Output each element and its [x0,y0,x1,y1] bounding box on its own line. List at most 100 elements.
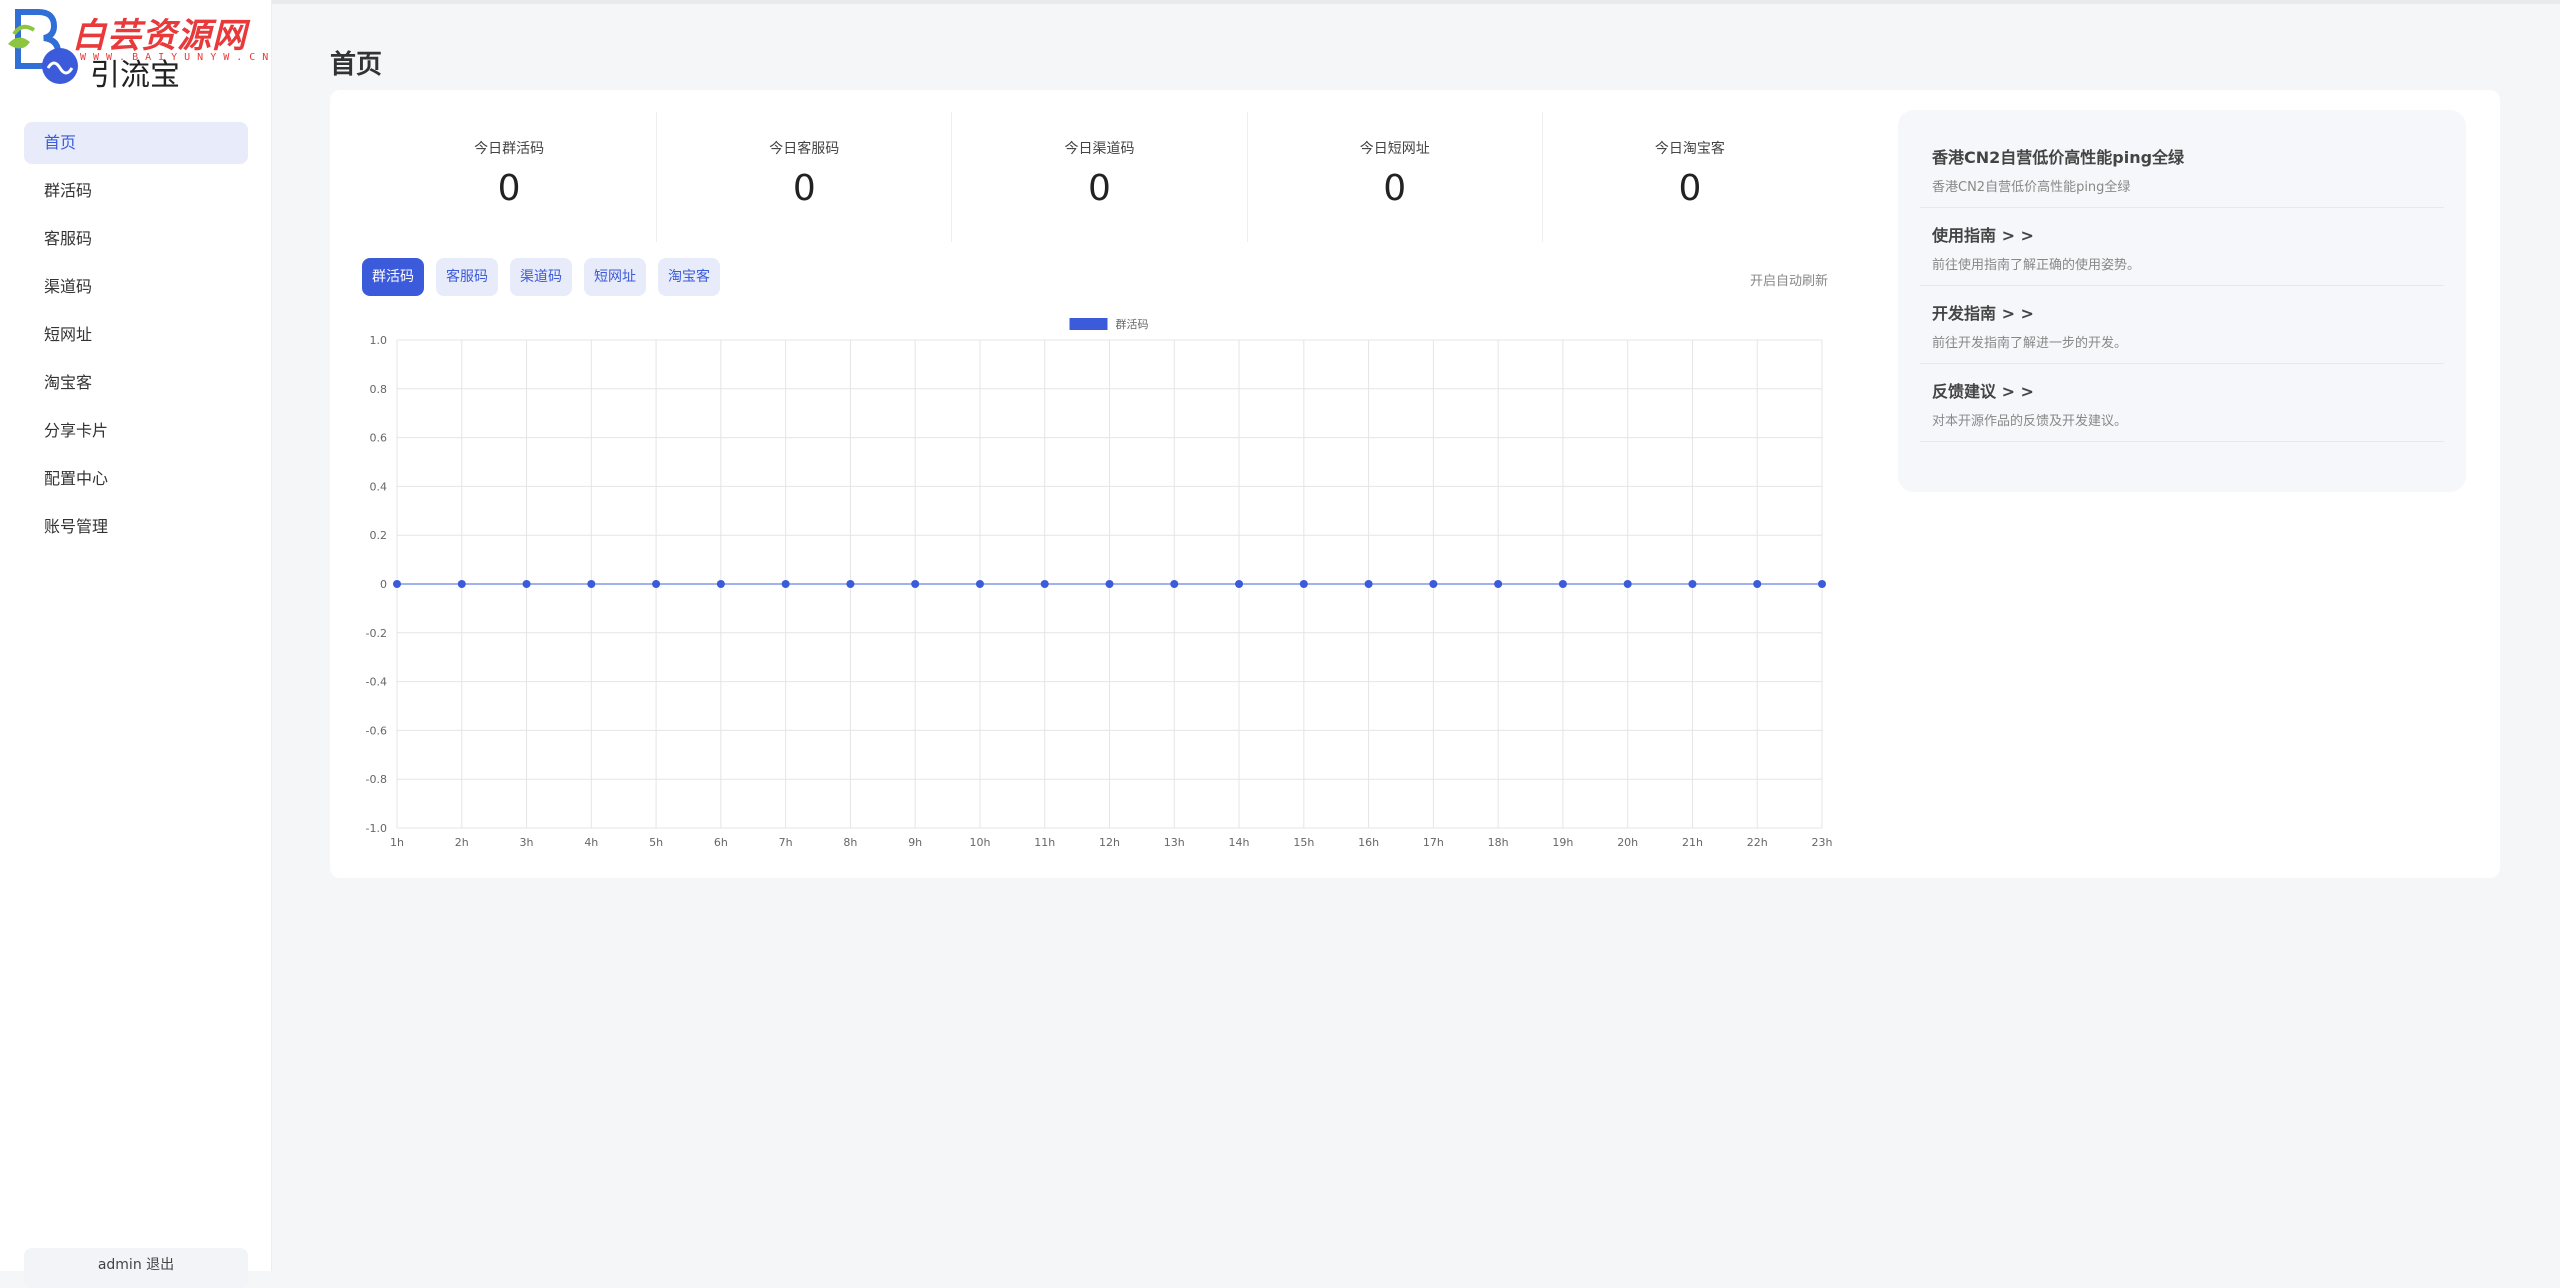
stat-group-qrcode: 今日群活码 0 [362,112,658,242]
legend-label: 群活码 [1116,317,1149,331]
data-point [975,580,984,588]
y-tick-label: 0.4 [370,480,388,493]
dev-guide-link[interactable]: 开发指南 > > 前往开发指南了解进一步的开发。 [1920,286,2444,364]
dev-guide-desc: 前往开发指南了解进一步的开发。 [1932,336,2128,351]
sidebar-nav: 首页 群活码 客服码 渠道码 短网址 淘宝客 分享卡片 配置中心 账号管理 [24,122,248,554]
y-tick-label: 0.2 [370,529,388,542]
data-point [1558,580,1567,588]
x-tick-label: 20h [1617,836,1638,849]
data-point [1494,580,1503,588]
y-tick-label: -0.4 [366,676,387,689]
info-panel: 香港CN2自营低价高性能ping全绿 香港CN2自营低价高性能ping全绿 使用… [1898,110,2466,492]
stat-label: 今日淘宝客 [1654,141,1725,157]
stat-label: 今日客服码 [769,141,840,157]
x-tick-label: 1h [390,836,404,849]
x-tick-label: 21h [1682,836,1703,849]
x-tick-label: 4h [584,836,598,849]
stat-channel-qrcode: 今日渠道码 0 [952,112,1248,242]
x-tick-label: 5h [649,836,663,849]
sidebar-item-config-center[interactable]: 配置中心 [24,458,248,500]
dev-guide-title: 开发指南 > > [1932,304,2034,323]
tab-service-qrcode[interactable]: 客服码 [436,258,498,296]
sidebar-item-short-url[interactable]: 短网址 [24,314,248,356]
stat-value: 0 [1383,168,1407,209]
data-point [1753,580,1762,588]
tab-group-qrcode[interactable]: 群活码 [362,258,424,296]
stat-label: 今日渠道码 [1064,141,1135,157]
y-tick-label: 1.0 [370,334,388,347]
data-point [457,580,466,588]
y-tick-label: -0.8 [366,773,387,786]
stat-taobaoke: 今日淘宝客 0 [1543,112,1837,242]
data-point [1818,580,1826,588]
stats-row: 今日群活码 0 今日客服码 0 今日渠道码 0 今日短网址 0 今日淘宝客 0 [362,112,1837,242]
data-point [1429,580,1438,588]
data-point [911,580,920,588]
y-tick-label: 0 [380,578,387,591]
x-tick-label: 16h [1358,836,1379,849]
sidebar-item-share-card[interactable]: 分享卡片 [24,410,248,452]
tab-taobaoke[interactable]: 淘宝客 [658,258,720,296]
sidebar-item-home[interactable]: 首页 [24,122,248,164]
data-point [522,580,531,588]
y-tick-label: 0.8 [370,383,388,396]
app-logo-icon [42,48,78,84]
auto-refresh-toggle[interactable]: 开启自动刷新 [1750,270,1828,289]
y-tick-label: -1.0 [366,822,387,835]
stat-value: 0 [497,168,521,209]
stat-label: 今日短网址 [1359,141,1430,157]
feedback-desc: 对本开源作品的反馈及开发建议。 [1932,414,2128,429]
sidebar-item-group-qrcode[interactable]: 群活码 [24,170,248,212]
x-tick-label: 17h [1423,836,1444,849]
line-chart: 1.0 0.8 0.6 0.4 0.2 0 -0.2 -0.4 -0.6 -0.8 -1.01h 2h… [366,317,1833,849]
data-point [1688,580,1697,588]
data-point [846,580,855,588]
stat-value: 0 [1088,168,1111,209]
y-tick-label: -0.6 [366,724,387,737]
x-tick-label: 8h [843,836,857,849]
user-guide-title: 使用指南 > > [1932,226,2034,245]
stat-short-url: 今日短网址 0 [1248,112,1543,242]
sidebar-item-taobaoke[interactable]: 淘宝客 [24,362,248,404]
data-point [781,580,790,588]
promo-link[interactable]: 香港CN2自营低价高性能ping全绿 香港CN2自营低价高性能ping全绿 [1920,130,2444,208]
x-tick-label: 13h [1164,836,1185,849]
data-point [1105,580,1114,588]
x-tick-label: 3h [520,836,534,849]
sidebar-item-service-qrcode[interactable]: 客服码 [24,218,248,260]
x-tick-label: 6h [714,836,728,849]
data-point [1623,580,1632,588]
data-point [1040,580,1049,588]
promo-title: 香港CN2自营低价高性能ping全绿 [1932,148,2185,167]
data-point [652,580,661,588]
x-tick-label: 15h [1293,836,1314,849]
data-point [587,580,596,588]
legend-swatch [1069,318,1108,330]
data-point [1170,580,1179,588]
app-name: 引流宝 [90,58,180,93]
stat-value: 0 [1678,168,1702,209]
x-tick-label: 2h [455,836,469,849]
data-point [1299,580,1308,588]
user-logout[interactable]: admin 退出 [24,1248,248,1288]
logo[interactable]: 白芸资源网 WWW.BAIYUNYW.CN 引流宝 [0,0,268,93]
x-tick-label: 9h [908,836,922,849]
feedback-link[interactable]: 反馈建议 > > 对本开源作品的反馈及开发建议。 [1920,364,2444,442]
data-point [1235,580,1244,588]
data-point [1364,580,1373,588]
chart-tabs: 群活码 客服码 渠道码 短网址 淘宝客 [362,258,732,296]
sidebar-item-channel-qrcode[interactable]: 渠道码 [24,266,248,308]
x-tick-label: 18h [1488,836,1509,849]
x-tick-label: 11h [1034,836,1055,849]
x-tick-label: 7h [779,836,793,849]
tab-short-url[interactable]: 短网址 [584,258,646,296]
page-title: 首页 [330,50,383,80]
feedback-title: 反馈建议 > > [1932,382,2034,401]
user-guide-desc: 前往使用指南了解正确的使用姿势。 [1932,258,2141,273]
user-guide-link[interactable]: 使用指南 > > 前往使用指南了解正确的使用姿势。 [1920,208,2444,286]
stat-label: 今日群活码 [474,141,545,157]
x-tick-label: 14h [1229,836,1250,849]
tab-channel-qrcode[interactable]: 渠道码 [510,258,572,296]
sidebar-item-account[interactable]: 账号管理 [24,506,248,548]
x-tick-label: 12h [1099,836,1120,849]
